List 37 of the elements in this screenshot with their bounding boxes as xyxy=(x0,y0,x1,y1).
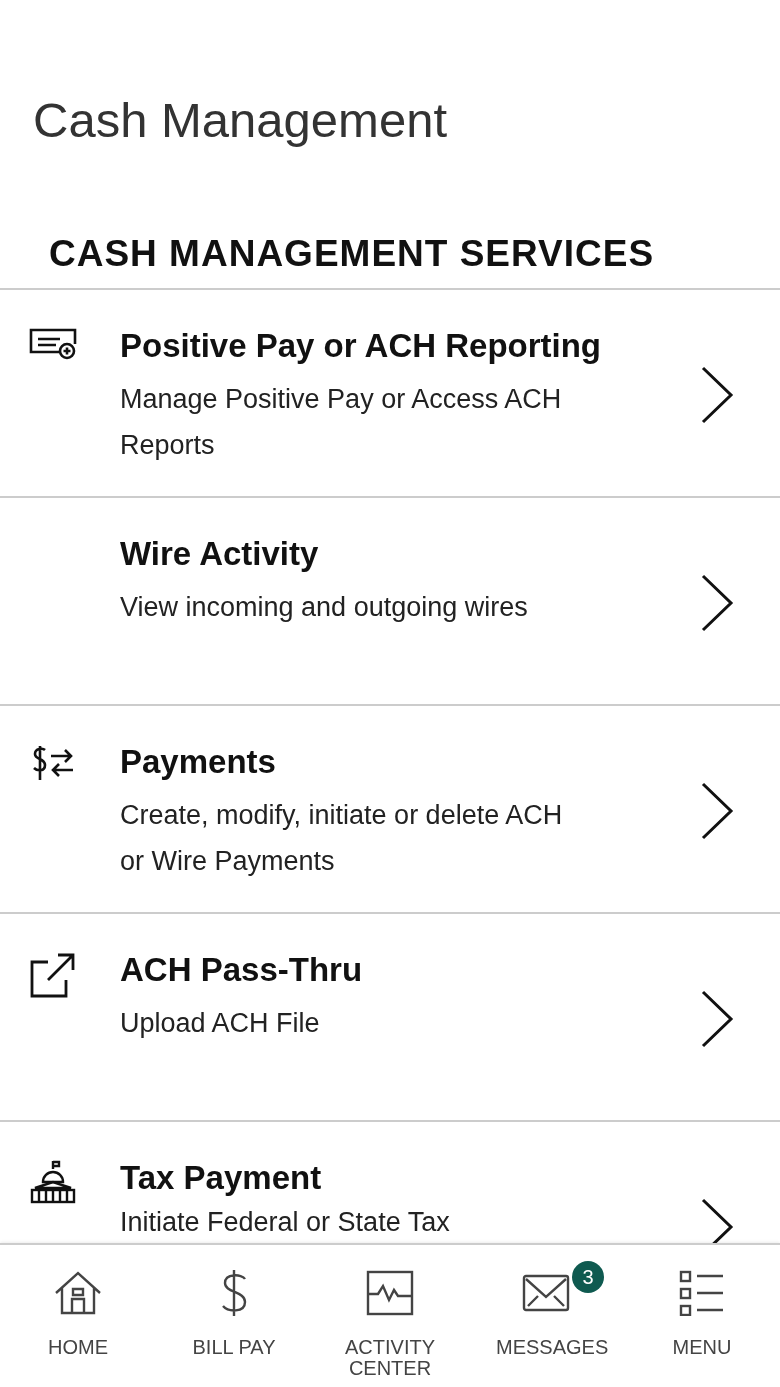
service-title: Payments xyxy=(120,742,277,782)
service-item[interactable]: Payments Create, modify, initiate or delete ACH or Wire Payments xyxy=(0,706,780,914)
service-item[interactable]: Wire Activity View incoming and outgoing wires xyxy=(0,498,780,706)
service-item[interactable]: Tax Payment Initiate Federal or State Tax xyxy=(0,1122,780,1242)
section-heading: CASH MANAGEMENT SERVICES xyxy=(49,232,656,276)
chevron-right-icon xyxy=(700,574,734,632)
nav-tab[interactable]: ACTIVITY CENTER xyxy=(312,1245,468,1387)
service-title: Positive Pay or ACH Reporting xyxy=(120,326,603,366)
service-title: Tax Payment xyxy=(120,1158,323,1198)
dollar-transfer-icon xyxy=(31,744,75,782)
dollar-icon xyxy=(219,1268,249,1318)
service-item[interactable]: ACH Pass-Thru Upload ACH File xyxy=(0,914,780,1122)
service-title: ACH Pass-Thru xyxy=(120,950,364,990)
envelope-icon xyxy=(522,1274,570,1312)
check-add-icon xyxy=(29,328,77,360)
service-description: Manage Positive Pay or Access ACH Reports xyxy=(120,383,563,462)
activity-chart-icon xyxy=(366,1270,414,1316)
menu-list-icon xyxy=(679,1270,725,1316)
nav-tab[interactable]: 3 MESSAGES xyxy=(468,1245,624,1387)
chevron-right-icon xyxy=(700,990,734,1048)
capitol-building-icon xyxy=(29,1160,77,1204)
chevron-right-icon xyxy=(700,1198,734,1243)
service-description: Upload ACH File xyxy=(120,1007,321,1040)
nav-tab[interactable]: MENU xyxy=(624,1245,780,1387)
service-description: Initiate Federal or State Tax xyxy=(120,1206,451,1239)
service-title: Wire Activity xyxy=(120,534,320,574)
nav-tab[interactable]: HOME xyxy=(0,1245,156,1387)
service-description: Create, modify, initiate or delete ACH or Wire Payments xyxy=(120,799,564,878)
chevron-right-icon xyxy=(700,782,734,840)
nav-tab[interactable]: BILL PAY xyxy=(156,1245,312,1387)
service-description: View incoming and outgoing wires xyxy=(120,591,529,624)
service-item[interactable]: Positive Pay or ACH Reporting Manage Positive Pay or Access ACH Reports xyxy=(0,290,780,498)
page-title: Cash Management xyxy=(32,92,448,149)
chevron-right-icon xyxy=(700,366,734,424)
external-link-icon xyxy=(30,952,76,998)
home-icon xyxy=(54,1271,102,1315)
unread-count-badge: 3 xyxy=(572,1261,604,1293)
